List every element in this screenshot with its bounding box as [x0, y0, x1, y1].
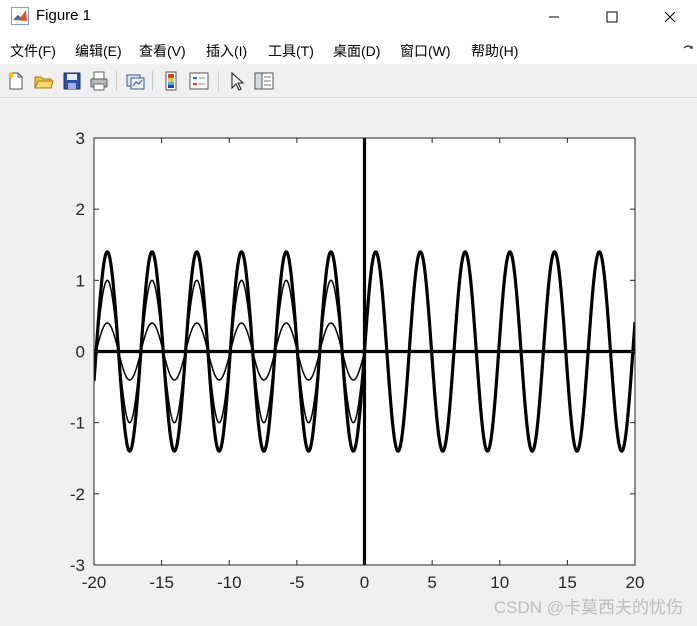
y-tick-label: -3	[70, 556, 85, 575]
pointer-icon[interactable]	[226, 70, 248, 92]
toolbar-separator	[116, 71, 117, 91]
x-tick-label: 15	[558, 573, 577, 592]
x-tick-label: 0	[360, 573, 369, 592]
minimize-button[interactable]	[525, 0, 583, 33]
link-plot-icon[interactable]	[124, 70, 146, 92]
matlab-icon	[11, 7, 29, 25]
legend-icon[interactable]	[188, 70, 210, 92]
menu-file[interactable]: 文件(F)	[10, 41, 56, 61]
x-tick-label: -10	[217, 573, 242, 592]
menu-bar: 文件(F) 编辑(E) 查看(V) 插入(I) 工具(T) 桌面(D) 窗口(W…	[0, 33, 697, 64]
toolbar-separator	[218, 71, 219, 91]
menu-tools[interactable]: 工具(T)	[268, 41, 314, 61]
watermark: CSDN @卡莫西夫的忧伤	[493, 598, 683, 617]
close-icon	[664, 11, 676, 22]
minimize-icon	[549, 16, 559, 17]
toolbar	[0, 64, 697, 98]
menu-insert[interactable]: 插入(I)	[206, 41, 247, 61]
maximize-icon	[606, 11, 618, 22]
y-tick-label: -2	[70, 485, 85, 504]
y-tick-label: 2	[76, 200, 85, 219]
new-file-icon[interactable]	[5, 70, 27, 92]
property-editor-icon[interactable]	[253, 70, 275, 92]
menu-help[interactable]: 帮助(H)	[471, 41, 518, 61]
window-title: Figure 1	[36, 7, 92, 24]
x-tick-label: -20	[82, 573, 107, 592]
close-button[interactable]	[641, 0, 697, 33]
dock-arrow-icon[interactable]	[683, 43, 693, 53]
maximize-button[interactable]	[583, 0, 641, 33]
y-tick-label: 0	[76, 343, 85, 362]
title-bar: Figure 1	[0, 0, 697, 33]
menu-view[interactable]: 查看(V)	[139, 41, 186, 61]
y-tick-label: -1	[70, 414, 85, 433]
y-tick-label: 1	[76, 271, 85, 290]
x-tick-label: 20	[626, 573, 645, 592]
menu-window[interactable]: 窗口(W)	[400, 41, 451, 61]
plot-axes[interactable]: -20 -15 -10 -5 0 5 10 15 20-3-2-10123	[0, 98, 697, 626]
x-tick-label: 10	[490, 573, 509, 592]
save-icon[interactable]	[61, 70, 83, 92]
x-tick-label: 5	[427, 573, 436, 592]
colorbar-icon[interactable]	[160, 70, 182, 92]
menu-edit[interactable]: 编辑(E)	[75, 41, 122, 61]
toolbar-separator	[152, 71, 153, 91]
y-tick-label: 3	[76, 129, 85, 148]
print-icon[interactable]	[88, 70, 110, 92]
x-tick-label: -15	[149, 573, 174, 592]
menu-desktop[interactable]: 桌面(D)	[333, 41, 380, 61]
x-tick-label: -5	[289, 573, 304, 592]
open-folder-icon[interactable]	[32, 70, 54, 92]
